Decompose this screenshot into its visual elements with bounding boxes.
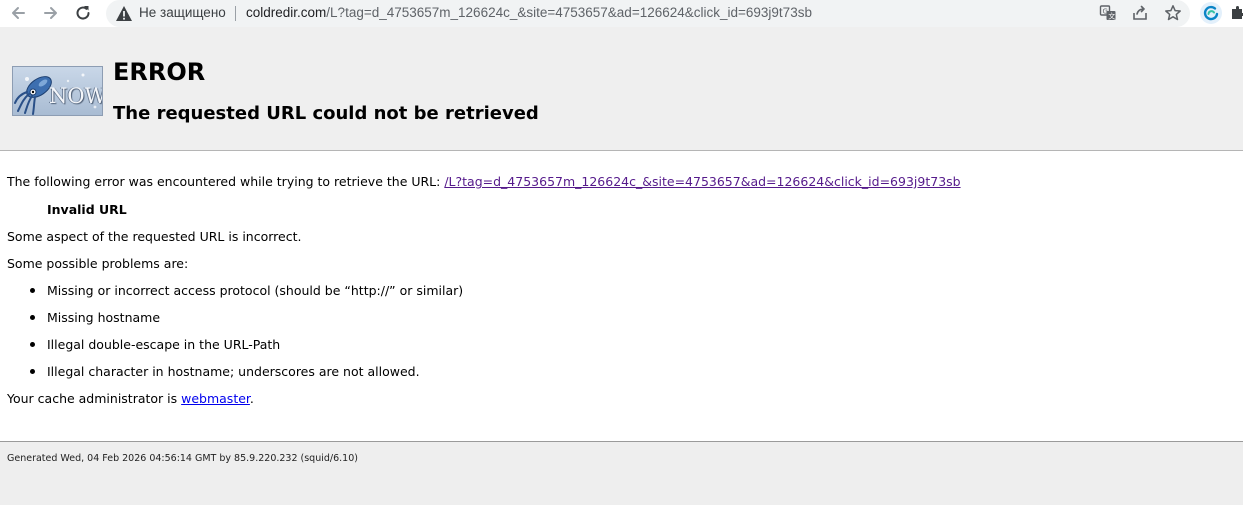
svg-text:文: 文 <box>1108 12 1115 21</box>
back-arrow-icon <box>12 7 25 19</box>
error-page: NOW ERROR The requested URL could not be… <box>0 27 1243 505</box>
admin-prefix: Your cache administrator is <box>7 391 182 406</box>
forward-arrow-icon <box>44 7 57 19</box>
star-icon[interactable] <box>1164 4 1182 22</box>
bullet-icon <box>30 288 35 293</box>
error-name: Invalid URL <box>47 202 127 217</box>
problems-heading: Some possible problems are: <box>7 256 189 271</box>
url-path: /L?tag=d_4753657m_126624c_&site=4753657&… <box>326 5 812 20</box>
bottom-divider <box>0 441 1243 442</box>
webmaster-link[interactable]: webmaster <box>181 391 250 406</box>
back-button[interactable] <box>6 1 30 25</box>
share-icon[interactable] <box>1131 4 1149 22</box>
address-separator <box>235 6 236 21</box>
error-description: Some aspect of the requested URL is inco… <box>7 229 302 244</box>
admin-suffix: . <box>249 391 254 406</box>
error-content: The following error was encountered whil… <box>0 151 1243 441</box>
problem-item: Illegal double-escape in the URL-Path <box>47 337 281 352</box>
requested-url-link[interactable]: /L?tag=d_4753657m_126624c_&site=4753657&… <box>444 174 960 189</box>
translate-icon[interactable]: G 文 <box>1099 4 1117 22</box>
page-header: NOW ERROR The requested URL could not be… <box>0 27 1243 150</box>
problem-item: Illegal character in hostname; underscor… <box>47 364 420 379</box>
page-title: ERROR <box>113 58 206 86</box>
forward-button[interactable] <box>39 1 63 25</box>
warning-icon[interactable] <box>115 5 133 22</box>
footer-generated: Generated Wed, 04 Feb 2026 04:56:14 GMT … <box>7 453 358 464</box>
page-subtitle: The requested URL could not be retrieved <box>113 103 539 124</box>
bullet-icon <box>30 369 35 374</box>
reload-icon <box>76 6 90 20</box>
edge-extension-icon <box>1203 5 1219 21</box>
problem-item: Missing hostname <box>47 310 161 325</box>
intro-line: The following error was encountered whil… <box>7 174 961 189</box>
address-bar[interactable]: Не защищено coldredir.com/L?tag=d_475365… <box>106 0 1190 27</box>
logo-text: NOW <box>49 84 103 108</box>
puzzle-icon[interactable] <box>1229 4 1243 22</box>
squid-logo: NOW <box>12 66 103 116</box>
problem-item: Missing or incorrect access protocol (sh… <box>47 283 464 298</box>
bullet-icon <box>30 342 35 347</box>
bullet-icon <box>30 315 35 320</box>
url-host: coldredir.com <box>246 5 327 20</box>
browser-toolbar: Не защищено coldredir.com/L?tag=d_475365… <box>0 0 1243 27</box>
security-status-label[interactable]: Не защищено <box>139 5 226 20</box>
reload-button[interactable] <box>71 1 95 25</box>
intro-text: The following error was encountered whil… <box>7 174 445 189</box>
url-text[interactable]: coldredir.com/L?tag=d_4753657m_126624c_&… <box>246 5 812 20</box>
admin-line: Your cache administrator is webmaster. <box>7 391 254 406</box>
edge-extension-button[interactable] <box>1200 2 1222 24</box>
